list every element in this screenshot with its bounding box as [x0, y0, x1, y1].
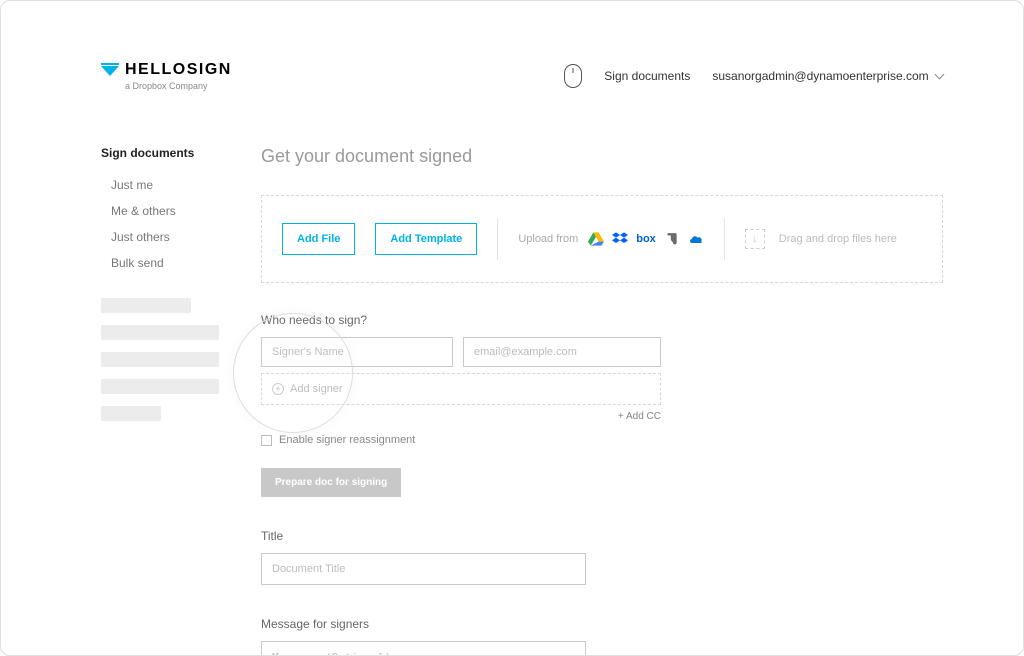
enable-reassignment-label: Enable signer reassignment: [279, 434, 415, 446]
add-signer-button[interactable]: + Add signer: [261, 373, 661, 405]
logo: HELLOSIGN a Dropbox Company: [101, 61, 232, 91]
enable-reassignment-row[interactable]: Enable signer reassignment: [261, 434, 943, 446]
add-signer-label: Add signer: [290, 383, 343, 395]
add-file-button[interactable]: Add File: [282, 223, 355, 255]
add-cc-link[interactable]: + Add CC: [261, 411, 661, 422]
divider: [724, 218, 725, 260]
user-menu[interactable]: susanorgadmin@dynamoenterprise.com: [712, 69, 943, 83]
sidebar-title: Sign documents: [101, 146, 221, 160]
drag-drop-label: Drag and drop files here: [779, 233, 897, 245]
user-email: susanorgadmin@dynamoenterprise.com: [712, 69, 928, 83]
upload-from-label: Upload from: [518, 233, 578, 245]
who-signs-label: Who needs to sign?: [261, 313, 943, 327]
sidebar-item-just-others[interactable]: Just others: [101, 224, 221, 250]
plus-circle-icon: +: [272, 383, 284, 395]
brand-name: HELLOSIGN: [125, 61, 232, 79]
upload-box: Add File Add Template Upload from box: [261, 195, 943, 283]
title-label: Title: [261, 529, 943, 543]
evernote-icon[interactable]: [664, 232, 680, 246]
dropbox-icon[interactable]: [612, 232, 628, 246]
header-sign-documents[interactable]: Sign documents: [604, 69, 690, 83]
message-input[interactable]: [261, 641, 586, 656]
message-label: Message for signers: [261, 617, 943, 631]
drag-drop-zone[interactable]: ↓ Drag and drop files here: [745, 229, 922, 249]
prepare-doc-button[interactable]: Prepare doc for signing: [261, 468, 401, 497]
document-title-input[interactable]: [261, 553, 586, 585]
checkbox-icon[interactable]: [261, 435, 272, 446]
box-icon[interactable]: box: [636, 233, 656, 245]
sidebar-placeholder: [101, 298, 221, 421]
download-icon: ↓: [745, 229, 765, 249]
mouse-icon: [564, 64, 582, 88]
google-drive-icon[interactable]: [588, 232, 604, 246]
header: HELLOSIGN a Dropbox Company Sign documen…: [101, 61, 943, 91]
main: Get your document signed Add File Add Te…: [261, 146, 943, 656]
chevron-down-icon: [935, 70, 945, 80]
signer-email-input[interactable]: [463, 337, 661, 367]
sidebar-item-me-and-others[interactable]: Me & others: [101, 198, 221, 224]
divider: [497, 218, 498, 260]
brand-subtitle: a Dropbox Company: [125, 81, 232, 91]
page-title: Get your document signed: [261, 146, 943, 167]
add-template-button[interactable]: Add Template: [375, 223, 477, 255]
onedrive-icon[interactable]: [688, 232, 704, 246]
sidebar: Sign documents Just me Me & others Just …: [101, 146, 221, 656]
sidebar-item-bulk-send[interactable]: Bulk send: [101, 250, 221, 276]
logo-icon: [101, 63, 119, 77]
sidebar-item-just-me[interactable]: Just me: [101, 172, 221, 198]
signer-name-input[interactable]: [261, 337, 453, 367]
